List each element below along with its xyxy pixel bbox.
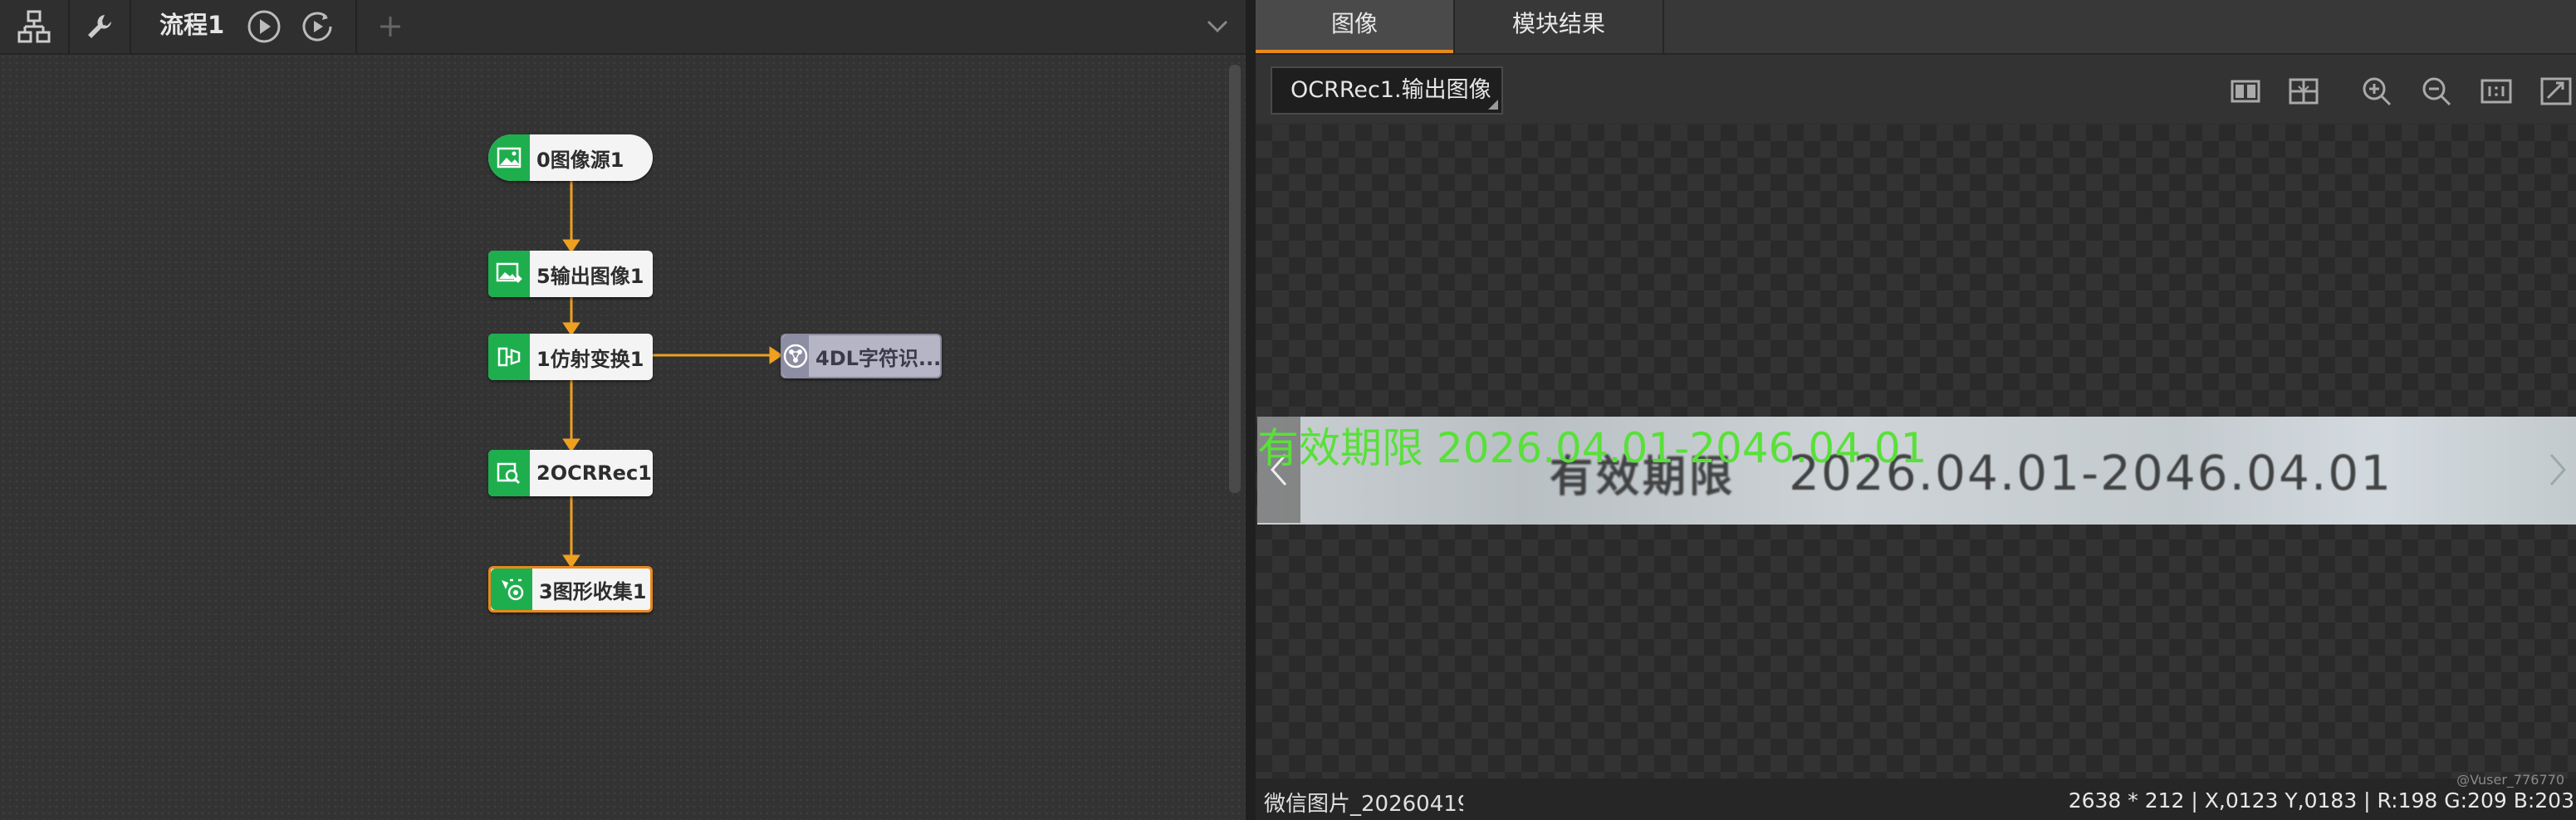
node-label: 5输出图像1 xyxy=(536,264,644,288)
status-pixel-info: 2638 * 212 | X,0123 Y,0183 | R:198 G:209… xyxy=(2068,788,2574,813)
tab-image[interactable]: 图像 xyxy=(1256,0,1453,53)
dropdown-corner-icon xyxy=(1488,100,1498,110)
node-label: 4DL字符识... xyxy=(815,346,942,370)
next-image-button[interactable] xyxy=(2539,417,2576,523)
node-label: 3图形收集1 xyxy=(539,579,647,603)
tab-module-results[interactable]: 模块结果 xyxy=(1455,0,1663,53)
zoom-in-icon[interactable] xyxy=(2360,75,2393,108)
image-icon xyxy=(488,134,530,181)
panel-splitter[interactable] xyxy=(1246,0,1256,820)
fit-icon[interactable] xyxy=(2539,75,2573,108)
transform-icon xyxy=(488,334,530,380)
node-dl-ocr[interactable]: 4DL字符识... xyxy=(781,334,942,378)
result-panel: 图像 模块结果 OCRRec1.输出图像 有效期限 2026.04.01-204… xyxy=(1256,0,2576,820)
status-bar: 微信图片_20260419213 2638 * 212 | X,0123 Y,0… xyxy=(1256,772,2576,820)
flow-connectors xyxy=(562,181,783,569)
flow-vertical-scrollbar[interactable] xyxy=(1229,65,1241,493)
node-affine-transform[interactable]: 1仿射变换1 xyxy=(488,334,653,380)
grid-view-icon[interactable] xyxy=(2287,75,2320,108)
image-export-icon xyxy=(488,251,530,297)
image-source-select[interactable]: OCRRec1.输出图像 xyxy=(1271,66,1503,115)
shapes-icon xyxy=(491,569,532,610)
node-image-source[interactable]: 0图像源1 xyxy=(488,134,653,181)
node-label: 2OCRRec1 xyxy=(536,461,652,485)
neural-net-icon xyxy=(782,335,809,377)
ocr-result-overlay: 有效期限 2026.04.01-2046.04.01 xyxy=(1257,424,1927,472)
image-viewport[interactable]: 有效期限 2026.04.01-2046.04.01 有效期限 2026.04.… xyxy=(1256,124,2576,779)
watermark-text: @Vuser_776770 xyxy=(2456,772,2564,788)
status-filename: 微信图片_20260419213 xyxy=(1264,792,1463,817)
result-tabs: 图像 模块结果 xyxy=(1256,0,2576,55)
node-label: 0图像源1 xyxy=(536,148,624,172)
chevron-right-icon xyxy=(2549,454,2567,486)
actual-size-icon[interactable] xyxy=(2480,75,2513,108)
magnify-doc-icon xyxy=(488,450,530,496)
node-shape-collect[interactable]: 3图形收集1 xyxy=(488,566,653,613)
split-view-icon[interactable] xyxy=(2229,75,2262,108)
flow-canvas[interactable]: 流程1 0图像源1 5输出图像1 1仿射变换1 4DL字符识... 2OCRRe… xyxy=(0,0,1246,820)
image-source-select-value: OCRRec1.输出图像 xyxy=(1290,77,1491,103)
node-ocr[interactable]: 2OCRRec1 xyxy=(488,450,653,496)
node-label: 1仿射变换1 xyxy=(536,347,644,371)
zoom-out-icon[interactable] xyxy=(2420,75,2453,108)
node-output-image[interactable]: 5输出图像1 xyxy=(488,251,653,297)
